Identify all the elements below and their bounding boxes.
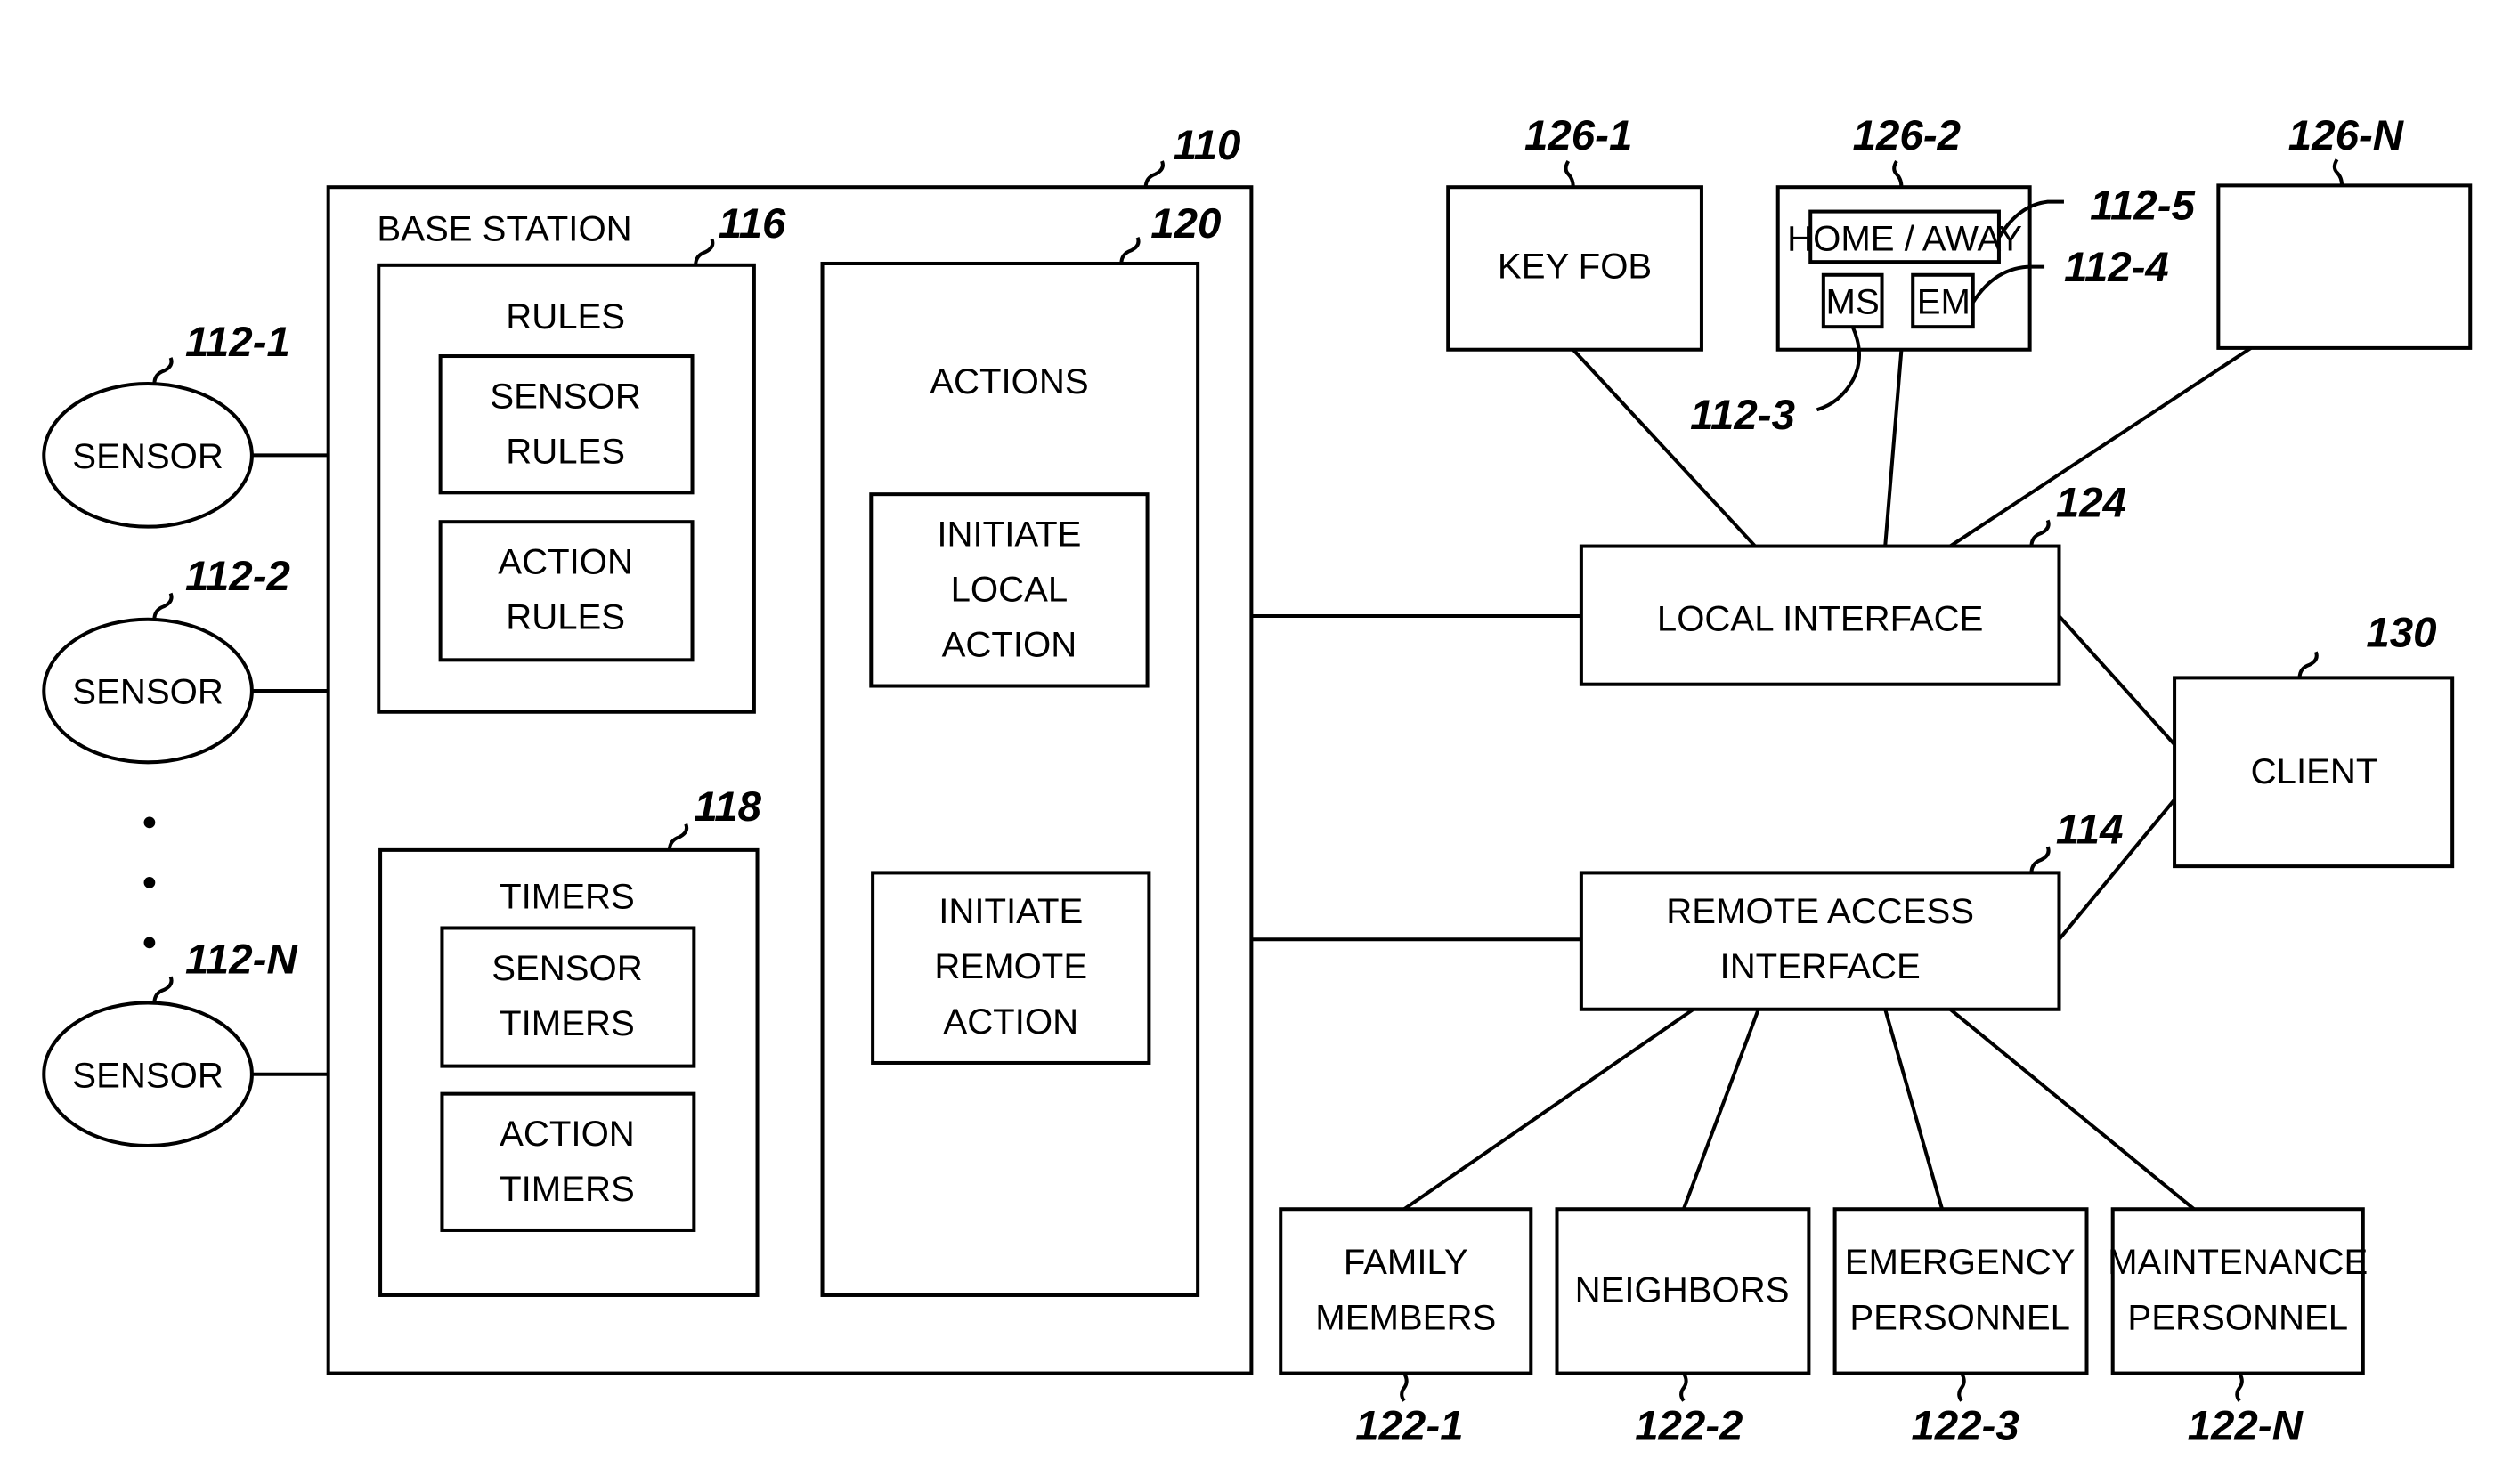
ref-124: 124: [2056, 480, 2126, 527]
ref-122-n: 122-N: [2188, 1402, 2304, 1449]
local-action-line1: INITIATE: [937, 515, 1081, 555]
ref-114: 114: [2056, 807, 2124, 854]
leader-122-3: [1957, 1372, 1966, 1402]
ref-112-1: 112-1: [185, 319, 290, 366]
ref-122-1: 122-1: [1355, 1402, 1463, 1449]
client: CLIENT 130: [2173, 610, 2455, 869]
local-action-line3: ACTION: [942, 625, 1077, 665]
key-fob-label: KEY FOB: [1498, 246, 1652, 286]
sensor-2-label: SENSOR: [72, 672, 223, 712]
ellipsis-dots: [143, 816, 156, 949]
leader-112-2: [152, 592, 174, 620]
action-rules-line2: RULES: [506, 597, 625, 637]
leader-112-1: [152, 357, 174, 385]
leader-126-n: [2332, 158, 2344, 186]
local-interface: LOCAL INTERFACE 124: [1579, 480, 2176, 746]
ref-112-2: 112-2: [185, 553, 290, 600]
leader-110: [1143, 160, 1165, 188]
leader-130: [2297, 651, 2319, 678]
local-interface-label: LOCAL INTERFACE: [1657, 598, 1984, 638]
action-rules-box: ACTION RULES: [438, 520, 695, 662]
client-label: CLIENT: [2251, 751, 2378, 791]
action-rules-line1: ACTION: [498, 542, 633, 582]
ref-130: 130: [2366, 610, 2436, 657]
family-members: FAMILY MEMBERS 122-1: [1279, 1207, 1533, 1449]
remote-interface-line2: INTERFACE: [1720, 946, 1921, 986]
em-label: EM: [1917, 282, 1971, 322]
action-timers-box: ACTION TIMERS: [440, 1091, 696, 1232]
ref-122-2: 122-2: [1635, 1402, 1743, 1449]
action-timers-line1: ACTION: [500, 1114, 635, 1154]
initiate-local-action-box: INITIATE LOCAL ACTION: [869, 492, 1150, 688]
action-timers-line2: TIMERS: [500, 1169, 635, 1209]
ref-118: 118: [694, 783, 761, 831]
initiate-remote-action-box: INITIATE REMOTE ACTION: [871, 871, 1151, 1065]
remote-action-line1: INITIATE: [939, 891, 1083, 931]
sensor-1: SENSOR 112-1: [42, 319, 329, 529]
actions-block: ACTIONS 120 INITIATE LOCAL ACTION INITIA…: [820, 200, 1221, 1297]
maintenance-line1: MAINTENANCE: [2108, 1242, 2368, 1282]
ref-122-3: 122-3: [1911, 1402, 2019, 1449]
timers-title: TIMERS: [500, 877, 635, 917]
local-action-line2: LOCAL: [951, 570, 1069, 610]
sensor-rules-box: SENSOR RULES: [438, 354, 695, 495]
sensor-n: SENSOR 112-N: [42, 937, 329, 1148]
sensor-timers-box: SENSOR TIMERS: [440, 926, 696, 1068]
leader-122-n: [2235, 1372, 2244, 1402]
em-button: EM: [1911, 272, 1975, 329]
leader-124: [2029, 519, 2051, 547]
sensor-timers-line1: SENSOR: [492, 948, 643, 988]
sensor-1-label: SENSOR: [72, 436, 223, 476]
sensor-rules-line1: SENSOR: [490, 376, 641, 416]
ms-label: MS: [1826, 282, 1880, 322]
remote-interface-line1: REMOTE ACCESS: [1666, 891, 1974, 931]
ref-126-1: 126-1: [1524, 112, 1632, 159]
leader-112-n: [152, 976, 174, 1003]
home-away-label: HOME / AWAY: [1787, 218, 2022, 258]
emergency-personnel: EMERGENCY PERSONNEL 122-3: [1832, 1207, 2089, 1449]
remote-action-line3: ACTION: [943, 1001, 1078, 1042]
system-block-diagram: BASE STATION 110 RULES 116 SENSOR RULES …: [42, 112, 2473, 1449]
ref-112-n: 112-N: [185, 937, 298, 984]
ref-126-n: 126-N: [2288, 112, 2405, 159]
ref-116: 116: [719, 200, 786, 247]
family-line2: MEMBERS: [1315, 1297, 1496, 1337]
base-station-title: BASE STATION: [377, 208, 631, 248]
sensor-timers-line2: TIMERS: [500, 1003, 635, 1043]
leader-122-2: [1679, 1372, 1688, 1402]
emergency-line2: PERSONNEL: [1849, 1297, 2070, 1337]
ms-button: MS: [1821, 272, 1884, 329]
ref-126-2: 126-2: [1853, 112, 1961, 159]
rules-title: RULES: [506, 296, 625, 337]
ref-110: 110: [1174, 122, 1241, 169]
sensor-2: SENSOR 112-2: [42, 553, 329, 765]
ref-120: 120: [1150, 200, 1221, 247]
emergency-line1: EMERGENCY: [1845, 1242, 2076, 1282]
sensor-n-label: SENSOR: [72, 1055, 223, 1095]
maintenance-personnel: MAINTENANCE PERSONNEL 122-N: [2108, 1207, 2368, 1449]
leader-126-2: [1892, 159, 1904, 188]
key-fob: KEY FOB 126-1: [1446, 112, 1757, 547]
family-line1: FAMILY: [1344, 1242, 1468, 1282]
leader-122-1: [1400, 1372, 1409, 1402]
neighbors-label: NEIGHBORS: [1575, 1269, 1790, 1310]
remote-action-line2: REMOTE: [934, 946, 1087, 986]
remote-access-interface: REMOTE ACCESS INTERFACE 114: [1402, 799, 2196, 1211]
neighbors: NEIGHBORS 122-2: [1555, 1207, 1811, 1449]
actions-title: ACTIONS: [930, 361, 1088, 401]
timers-block: TIMERS 118 SENSOR TIMERS ACTION TIMERS: [378, 783, 762, 1297]
sensor-rules-line2: RULES: [506, 431, 625, 471]
rules-block: RULES 116 SENSOR RULES ACTION RULES: [377, 200, 786, 714]
home-away-button: HOME / AWAY: [1787, 209, 2022, 264]
leader-114: [2029, 846, 2051, 873]
maintenance-line2: PERSONNEL: [2127, 1297, 2348, 1337]
ref-112-4: 112-4: [2064, 244, 2169, 291]
ref-112-3: 112-3: [1690, 392, 1795, 439]
leader-126-1: [1564, 159, 1575, 188]
ref-112-5: 112-5: [2090, 182, 2195, 230]
